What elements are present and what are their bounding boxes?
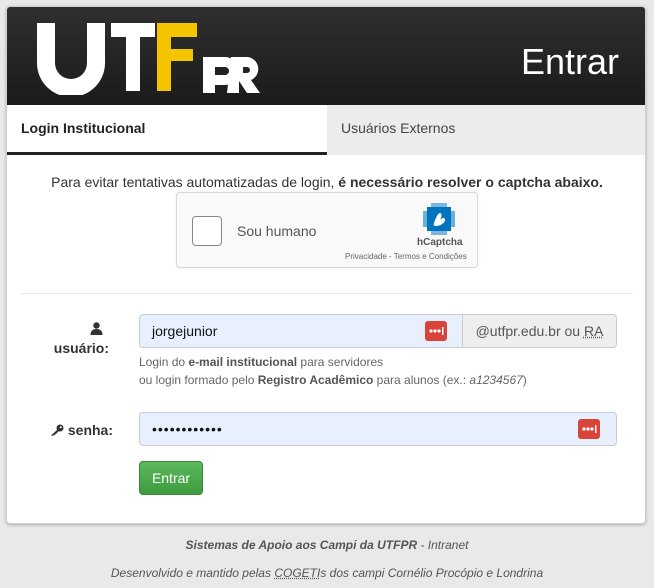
password-input[interactable]: •••••••••••• [139,412,617,446]
captcha-checkbox-label: Sou humano [237,223,317,239]
hcaptcha-brand: hCaptcha [417,237,463,248]
help-example: a1234567 [469,373,523,387]
page-title: Entrar [520,41,619,82]
help-text: Login do [139,355,189,369]
footer-system-name: Sistemas de Apoio aos Campi da UTFPR [185,538,418,552]
username-input[interactable]: jorgejunior [139,314,463,348]
help-bold: Registro Acadêmico [257,373,374,387]
footer-abbr: COGETI [274,566,321,580]
footer-line-2: Desenvolvido e mantido pelas COGETIs dos… [0,566,654,580]
hcaptcha-widget: Sou humano hCaptcha Privacidade - Termos… [176,192,478,268]
help-line-2: ou login formado pelo Registro Acadêmico… [139,371,527,389]
help-text: ou login formado pelo [139,373,258,387]
help-text: para alunos (ex.: [373,373,470,387]
captcha-links[interactable]: Privacidade - Termos e Condições [345,252,467,261]
password-label-text: senha: [67,422,113,438]
footer-text: - Intranet [417,538,469,552]
help-bold: e-mail institucional [188,355,298,369]
tab-bar: Login Institucional Usuários Externos [7,105,645,155]
key-icon [50,422,68,438]
captcha-message-prefix: Para evitar tentativas automatizadas de … [51,174,339,190]
footer-text: s dos campi Cornélio Procópio e Londrina [320,566,544,580]
footer-line-1: Sistemas de Apoio aos Campi da UTFPR - I… [0,538,654,552]
utfpr-logo [37,23,260,95]
divider [21,293,633,294]
submit-button[interactable]: Entrar [139,461,203,495]
addon-text: @utfpr.edu.br ou [475,323,584,339]
footer-text: Desenvolvido e mantido pelas [110,566,275,580]
password-label: senha: [43,422,113,438]
addon-abbr: RA [583,323,604,339]
header: Entrar [7,7,645,105]
tab-login-institucional[interactable]: Login Institucional [7,105,327,155]
help-text: para servidores [297,355,384,369]
hcaptcha-logo-icon [423,203,455,235]
user-label-text: usuário: [53,340,109,356]
password-manager-icon[interactable] [578,419,600,439]
tab-usuarios-externos[interactable]: Usuários Externos [327,105,645,155]
user-icon [83,322,109,338]
username-help: Login do e-mail institucional para servi… [139,353,527,389]
user-label: usuário: [47,322,109,356]
captcha-message: Para evitar tentativas automatizadas de … [7,174,645,190]
login-card: Entrar Login Institucional Usuários Exte… [6,6,646,524]
help-line-1: Login do e-mail institucional para servi… [139,353,527,371]
captcha-checkbox[interactable] [192,216,222,246]
password-manager-icon[interactable] [425,321,447,341]
captcha-message-bold: é necessário resolver o captcha abaixo. [338,174,603,190]
username-domain-addon: @utfpr.edu.br ou RA [462,314,617,348]
help-text: ) [522,373,527,387]
